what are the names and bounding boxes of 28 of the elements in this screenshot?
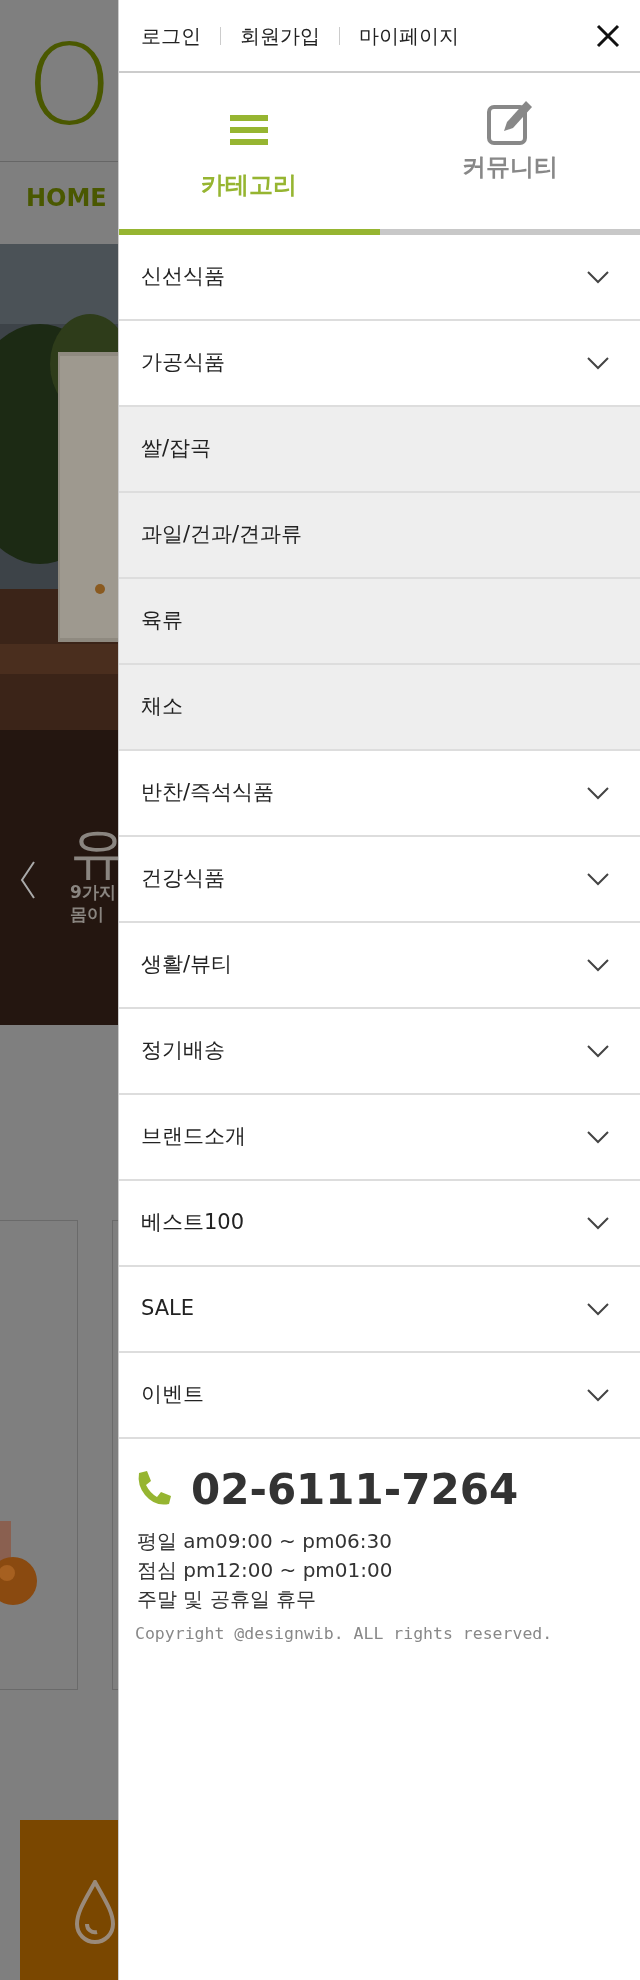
hero-text: 몸이 — [70, 903, 105, 926]
chevron-down-icon — [586, 1216, 610, 1230]
subcategory-item[interactable]: 채소 — [119, 665, 640, 751]
chevron-down-icon — [586, 1130, 610, 1144]
subcategory-item[interactable]: 육류 — [119, 579, 640, 665]
subcategory-item[interactable]: 과일/건과/견과류 — [119, 493, 640, 579]
top-link[interactable]: 로그인 — [141, 20, 201, 51]
menu-icon — [230, 115, 269, 145]
chevron-down-icon — [586, 1044, 610, 1058]
business-hours: 평일 am09:00 ~ pm06:30 — [137, 1528, 394, 1555]
close-icon[interactable] — [596, 23, 620, 48]
business-hours: 점심 pm12:00 ~ pm01:00 — [137, 1557, 394, 1584]
drop-icon — [75, 1880, 115, 1946]
phone-number: 02-6111-7264 — [191, 1469, 519, 1511]
top-link[interactable]: 회원가입 — [240, 20, 320, 51]
hero-title: 유 — [70, 825, 118, 881]
chevron-down-icon — [586, 786, 610, 800]
hero-text: 9가지 — [70, 881, 117, 904]
chevron-down-icon — [586, 958, 610, 972]
subcategory-item[interactable]: 쌀/잡곡 — [119, 407, 640, 493]
business-hours: 주말 및 공휴일 휴무 — [137, 1586, 318, 1613]
copyright: Copyright @designwib. ALL rights reserved. — [135, 1623, 554, 1645]
chevron-down-icon — [586, 270, 610, 284]
chevron-down-icon — [586, 872, 610, 886]
chevron-down-icon — [586, 1388, 610, 1402]
chevron-down-icon — [586, 1302, 610, 1316]
top-link[interactable]: 마이페이지 — [359, 20, 459, 51]
chevron-down-icon — [586, 356, 610, 370]
